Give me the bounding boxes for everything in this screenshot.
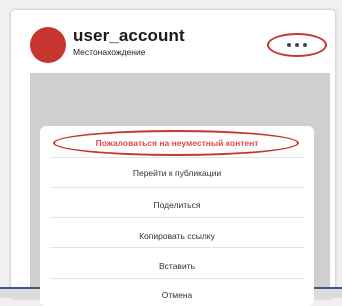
menu-item-embed[interactable]: Вставить	[40, 261, 314, 271]
options-menu: Пожаловаться на неуместный контент Перей…	[40, 126, 314, 306]
menu-divider	[50, 217, 304, 218]
more-options-button[interactable]	[267, 33, 327, 57]
location-label[interactable]: Местонахождение	[73, 47, 145, 57]
menu-divider	[50, 187, 304, 188]
menu-item-go-to-post[interactable]: Перейти к публикации	[40, 168, 314, 178]
menu-divider	[50, 157, 304, 158]
menu-divider	[50, 278, 304, 279]
username[interactable]: user_account	[73, 26, 185, 46]
menu-item-cancel[interactable]: Отмена	[40, 290, 314, 300]
menu-item-copy-link[interactable]: Копировать ссылку	[40, 231, 314, 241]
more-horizontal-icon	[287, 43, 307, 47]
menu-item-share[interactable]: Поделиться	[40, 200, 314, 210]
menu-divider	[50, 247, 304, 248]
avatar[interactable]	[30, 27, 66, 63]
menu-item-report[interactable]: Пожаловаться на неуместный контент	[40, 138, 314, 148]
